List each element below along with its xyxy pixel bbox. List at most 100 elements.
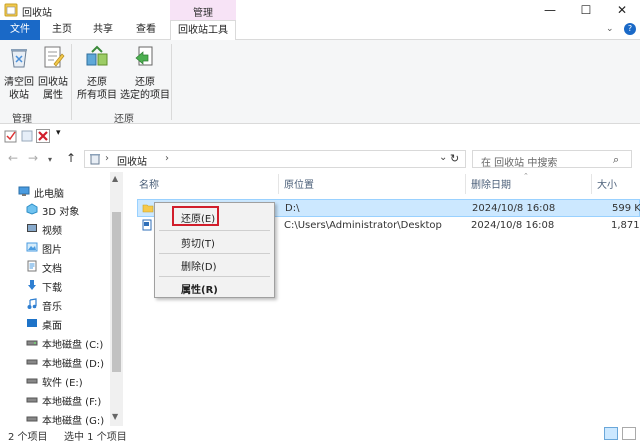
- column-divider[interactable]: [591, 174, 592, 194]
- group-separator: [171, 44, 172, 120]
- row-size: 1,871 K: [611, 220, 640, 231]
- close-button[interactable]: ✕: [604, 0, 640, 20]
- nav-item-label: 图片: [42, 245, 62, 256]
- address-bar[interactable]: › 回收站 › ⌄: [84, 150, 466, 168]
- download-icon: [28, 280, 36, 290]
- column-divider[interactable]: [278, 174, 279, 194]
- checkmark-properties-icon[interactable]: [4, 129, 18, 143]
- status-selected-count: 选中 1 个项目: [64, 432, 127, 442]
- nav-item-label: 本地磁盘 (G:): [42, 416, 105, 427]
- breadcrumb-separator-icon[interactable]: ›: [105, 153, 109, 164]
- restore-all-icon: [86, 45, 108, 66]
- nav-item-label: 音乐: [42, 302, 62, 313]
- breadcrumb-separator-icon[interactable]: ›: [165, 153, 169, 164]
- properties-label-2: 属性: [43, 90, 63, 101]
- nav-item-pictures[interactable]: 图片: [0, 238, 110, 256]
- customize-qat-icon[interactable]: ▾: [56, 128, 70, 142]
- properties-label-1: 回收站: [38, 77, 68, 88]
- nav-item-drive-f[interactable]: 本地磁盘 (F:): [0, 390, 110, 408]
- help-icon[interactable]: ?: [624, 23, 636, 35]
- 3d-objects-icon: [26, 203, 38, 215]
- menu-item-cut[interactable]: 剪切(T): [181, 235, 215, 250]
- folder-icon: [142, 204, 154, 213]
- minimize-button[interactable]: —: [532, 0, 568, 20]
- search-placeholder: 在 回收站 中搜索: [481, 158, 558, 169]
- menu-separator: [159, 276, 270, 277]
- documents-icon: [27, 260, 37, 272]
- nav-item-drive-c[interactable]: 本地磁盘 (C:): [0, 333, 110, 351]
- nav-item-music[interactable]: 音乐: [0, 295, 110, 313]
- back-arrow-icon[interactable]: ←: [8, 151, 18, 165]
- restore-all-label-1: 还原: [87, 77, 107, 88]
- title-bar: 回收站 管理 — ☐ ✕: [0, 0, 640, 20]
- menu-separator: [159, 230, 270, 231]
- nav-pane-scrollbar[interactable]: ▲ ▼: [110, 172, 123, 426]
- column-header-size[interactable]: 大小: [597, 176, 617, 194]
- nav-item-drive-g[interactable]: 本地磁盘 (G:): [0, 409, 110, 427]
- maximize-button[interactable]: ☐: [568, 0, 604, 20]
- menu-item-properties[interactable]: 属性(R): [181, 281, 218, 296]
- quick-access-toolbar: ▾: [0, 125, 640, 147]
- column-divider[interactable]: [465, 174, 466, 194]
- new-folder-icon[interactable]: [20, 129, 34, 143]
- forward-arrow-icon[interactable]: →: [28, 151, 38, 165]
- nav-item-drive-d[interactable]: 本地磁盘 (D:): [0, 352, 110, 370]
- nav-item-label: 此电脑: [34, 189, 64, 200]
- window-title: 回收站: [22, 8, 52, 19]
- group-label-restore: 还原: [114, 114, 134, 125]
- search-input[interactable]: 在 回收站 中搜索 ⌕: [472, 150, 632, 169]
- nav-item-downloads[interactable]: 下载: [0, 276, 110, 294]
- scrollbar-thumb[interactable]: [112, 212, 121, 372]
- drive-icon: [26, 359, 38, 365]
- menu-item-delete[interactable]: 删除(D): [181, 258, 217, 273]
- breadcrumb-recycle-bin[interactable]: 回收站: [117, 153, 147, 168]
- status-item-count: 2 个项目: [8, 432, 48, 442]
- tab-recycle-bin-tools[interactable]: 回收站工具: [170, 20, 236, 41]
- up-arrow-icon[interactable]: ↑: [66, 151, 76, 165]
- recent-locations-chevron-icon[interactable]: ▾: [48, 155, 52, 164]
- nav-item-drive-e[interactable]: 软件 (E:): [0, 371, 110, 389]
- tab-home[interactable]: 主页: [43, 20, 81, 40]
- details-view-icon[interactable]: [604, 427, 618, 440]
- ribbon-collapse-icon[interactable]: ⌄: [606, 24, 614, 34]
- recycle-bin-properties-button[interactable]: 回收站 属性: [36, 44, 70, 102]
- column-header-date-deleted[interactable]: 删除日期: [471, 176, 511, 194]
- column-header-name[interactable]: 名称: [139, 176, 159, 194]
- delete-icon[interactable]: [36, 129, 50, 143]
- column-header-original-location[interactable]: 原位置: [284, 176, 314, 194]
- restore-selected-items-button[interactable]: 还原 选定的项目: [120, 44, 170, 102]
- restore-all-label-2: 所有项目: [77, 90, 117, 101]
- nav-item-label: 视频: [42, 226, 62, 237]
- address-dropdown-chevron-icon[interactable]: ⌄: [439, 152, 447, 163]
- scroll-down-arrow-icon[interactable]: ▼: [112, 412, 118, 421]
- tab-share[interactable]: 共享: [83, 20, 123, 40]
- refresh-icon[interactable]: ↻: [450, 152, 459, 165]
- restore-selected-label-1: 还原: [135, 77, 155, 88]
- recycle-bin-app-icon: [4, 3, 18, 17]
- empty-bin-label-1: 清空回: [4, 77, 34, 88]
- tab-file[interactable]: 文件: [0, 20, 40, 40]
- restore-all-items-button[interactable]: 还原 所有项目: [74, 44, 120, 102]
- empty-bin-label-2: 收站: [9, 90, 29, 101]
- context-tab-group-label: 管理: [193, 8, 213, 19]
- video-icon: [27, 224, 37, 232]
- address-bar-row: ← → ▾ ↑ › 回收站 › ⌄ ↻ 在 回收站 中搜索 ⌕: [0, 147, 640, 171]
- empty-recycle-bin-button[interactable]: 清空回 收站: [2, 44, 36, 102]
- nav-item-label: 文档: [42, 264, 62, 275]
- drive-icon: [26, 416, 38, 422]
- nav-item-documents[interactable]: 文档: [0, 257, 110, 275]
- drive-icon: [26, 340, 38, 346]
- scroll-up-arrow-icon[interactable]: ▲: [112, 174, 118, 183]
- nav-item-desktop[interactable]: 桌面: [0, 314, 110, 332]
- nav-item-label: 下载: [42, 283, 62, 294]
- pictures-icon: [26, 242, 38, 252]
- tab-view[interactable]: 查看: [126, 20, 166, 40]
- nav-item-videos[interactable]: 视频: [0, 219, 110, 237]
- menu-item-restore[interactable]: 还原(E): [181, 210, 215, 225]
- restore-selected-icon: [135, 46, 153, 66]
- document-file-icon: [142, 219, 152, 231]
- large-icons-view-icon[interactable]: [622, 427, 636, 440]
- nav-item-3d-objects[interactable]: 3D 对象: [0, 200, 110, 218]
- menu-separator: [159, 253, 270, 254]
- nav-item-this-pc[interactable]: 此电脑: [0, 182, 110, 200]
